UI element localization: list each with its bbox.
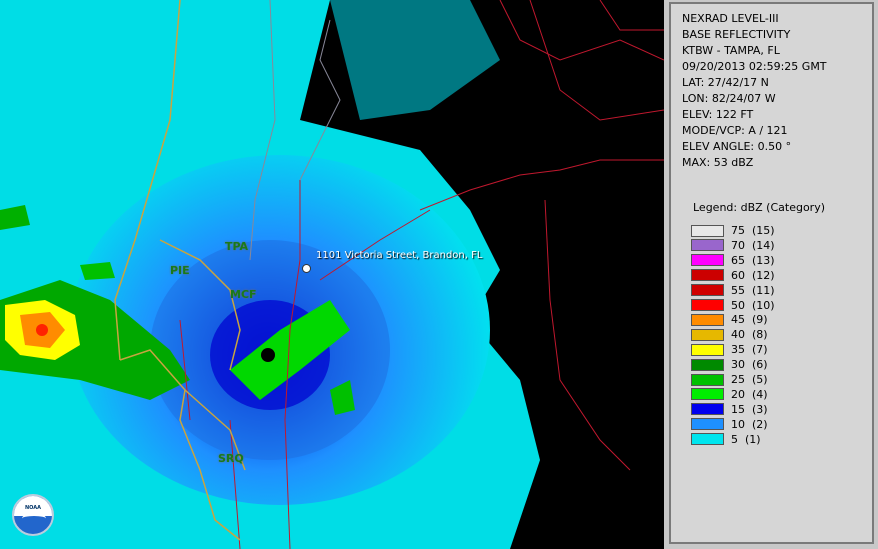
scan-info-line: ELEV ANGLE: 0.50 ° bbox=[682, 140, 792, 153]
legend-row: 45 (9) bbox=[691, 313, 768, 326]
legend-row: 75 (15) bbox=[691, 224, 775, 237]
legend-swatch bbox=[691, 313, 724, 326]
legend-label: 50 (10) bbox=[731, 298, 775, 312]
legend-label: 35 (7) bbox=[731, 343, 768, 357]
city-label-srq: SRQ bbox=[218, 452, 244, 465]
legend-swatch bbox=[691, 373, 724, 386]
legend-label: 60 (12) bbox=[731, 268, 775, 282]
legend-label: 10 (2) bbox=[731, 417, 768, 431]
legend-swatch bbox=[691, 254, 724, 267]
legend-swatch bbox=[691, 328, 724, 341]
location-label: 1101 Victoria Street, Brandon, FL bbox=[316, 250, 483, 261]
legend-label: 5 (1) bbox=[731, 432, 761, 446]
legend-row: 35 (7) bbox=[691, 343, 768, 356]
legend-label: 40 (8) bbox=[731, 328, 768, 342]
legend-swatch bbox=[691, 418, 724, 431]
header-line: BASE REFLECTIVITY bbox=[682, 28, 791, 41]
legend-row: 65 (13) bbox=[691, 254, 775, 267]
header-line: ELEV: 122 FT bbox=[682, 108, 754, 121]
header-line: NEXRAD LEVEL-III bbox=[682, 12, 779, 25]
legend-row: 15 (3) bbox=[691, 403, 768, 416]
legend-label: 75 (15) bbox=[731, 224, 775, 237]
legend-row: 20 (4) bbox=[691, 388, 768, 401]
legend-swatch bbox=[691, 239, 724, 252]
legend-row: 5 (1) bbox=[691, 433, 761, 446]
city-label-mcf: MCF bbox=[230, 288, 257, 301]
city-label-pie: PIE bbox=[170, 264, 190, 277]
legend-swatch bbox=[691, 299, 724, 311]
info-panel: NEXRAD LEVEL-III BASE REFLECTIVITY KTBW - … bbox=[669, 2, 874, 544]
header-line: LAT: 27/42/17 N bbox=[682, 76, 769, 89]
legend-row: 30 (6) bbox=[691, 358, 768, 371]
legend-label: 20 (4) bbox=[731, 387, 768, 401]
scan-info-line: MAX: 53 dBZ bbox=[682, 156, 754, 169]
legend-row: 50 (10) bbox=[691, 299, 775, 312]
legend-swatch bbox=[691, 343, 724, 356]
location-pin-icon[interactable] bbox=[302, 264, 311, 273]
legend-label: 30 (6) bbox=[731, 358, 768, 372]
legend-swatch bbox=[691, 284, 724, 297]
legend-swatch bbox=[691, 433, 724, 446]
legend-row: 25 (5) bbox=[691, 373, 768, 386]
legend-swatch bbox=[691, 269, 724, 282]
legend-label: 25 (5) bbox=[731, 373, 768, 386]
legend-swatch bbox=[691, 403, 724, 416]
legend-swatch bbox=[691, 358, 724, 371]
header-line: 09/20/2013 02:59:25 GMT bbox=[682, 60, 827, 73]
header-line: LON: 82/24/07 W bbox=[682, 92, 776, 105]
legend-row: 60 (12) bbox=[691, 269, 775, 282]
city-label-tpa: TPA bbox=[225, 240, 249, 253]
radar-image bbox=[0, 0, 664, 549]
legend-row: 70 (14) bbox=[691, 239, 775, 252]
legend-title: Legend: dBZ (Category) bbox=[693, 201, 825, 214]
legend-row: 10 (2) bbox=[691, 418, 768, 431]
legend-swatch bbox=[691, 224, 724, 237]
legend-label: 70 (14) bbox=[731, 238, 775, 252]
noaa-logo-icon: NOAA bbox=[12, 494, 54, 536]
legend-row: 40 (8) bbox=[691, 328, 768, 341]
legend-label: 55 (11) bbox=[731, 283, 775, 297]
radar-map[interactable]: TPA PIE MCF SRQ 1101 Victoria Street, Br… bbox=[0, 0, 664, 549]
legend-swatch bbox=[691, 388, 724, 401]
header-line: KTBW - TAMPA, FL bbox=[682, 44, 780, 57]
legend-label: 15 (3) bbox=[731, 402, 768, 416]
header-line: MODE/VCP: A / 121 bbox=[682, 124, 788, 137]
legend-label: 65 (13) bbox=[731, 253, 775, 267]
legend-label: 45 (9) bbox=[731, 313, 768, 327]
legend-row: 55 (11) bbox=[691, 284, 775, 297]
